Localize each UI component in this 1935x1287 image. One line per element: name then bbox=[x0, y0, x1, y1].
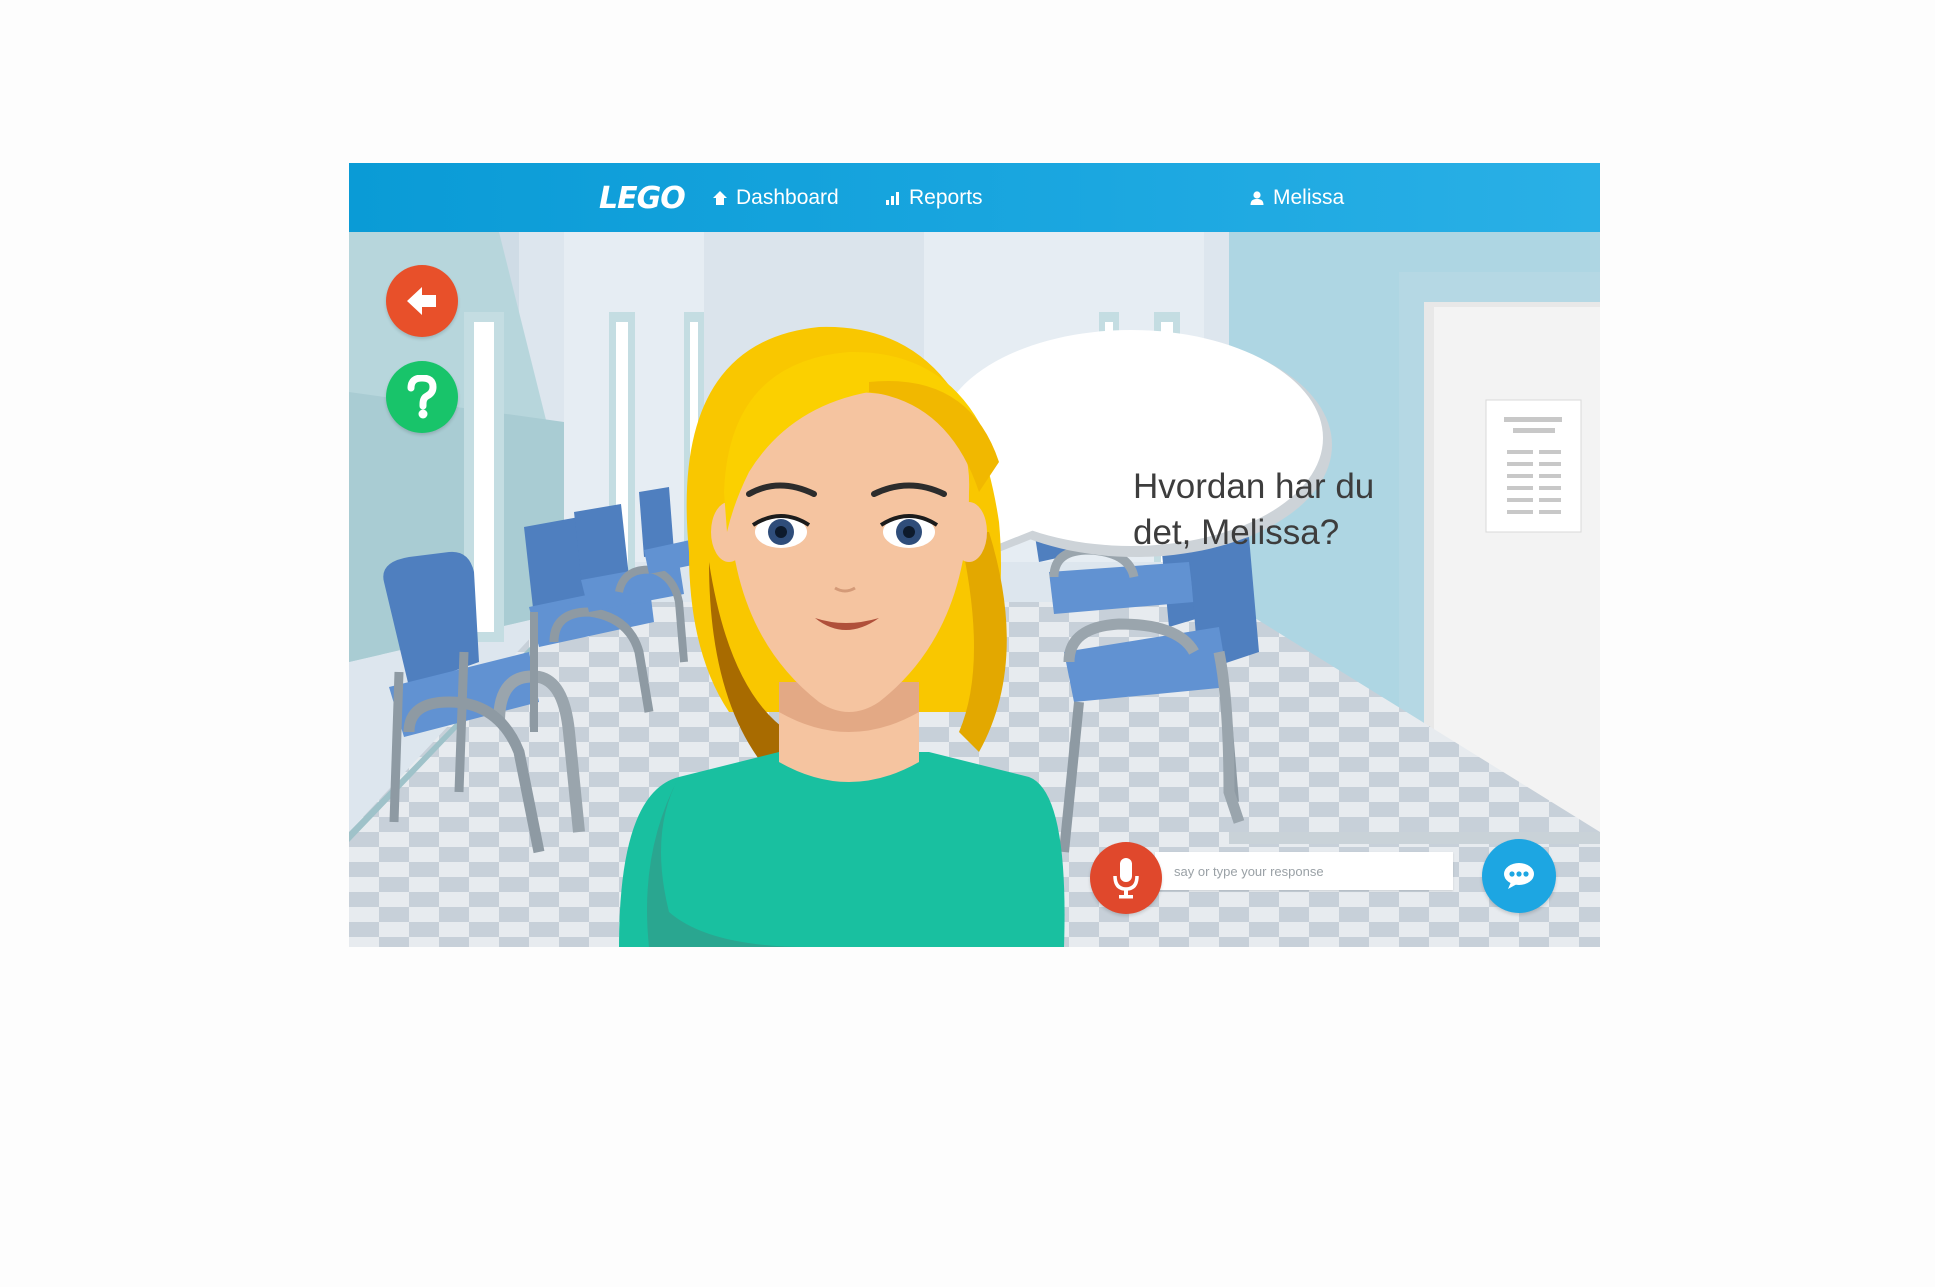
back-button[interactable] bbox=[386, 265, 458, 337]
lego-logo[interactable]: LEGO bbox=[599, 181, 686, 216]
question-mark-icon bbox=[407, 375, 437, 419]
nav-reports-label: Reports bbox=[909, 185, 983, 209]
top-navbar: LEGO Dashboard Reports Melissa bbox=[349, 163, 1600, 232]
bar-chart-icon bbox=[885, 190, 901, 206]
response-input[interactable] bbox=[1155, 852, 1453, 890]
user-icon bbox=[1249, 190, 1265, 206]
microphone-icon bbox=[1110, 856, 1142, 900]
chat-bubble-icon bbox=[1502, 861, 1536, 891]
waiting-room-illustration bbox=[349, 232, 1600, 947]
send-chat-button[interactable] bbox=[1482, 839, 1556, 913]
arrow-left-icon bbox=[405, 285, 439, 317]
nav-reports[interactable]: Reports bbox=[885, 163, 983, 232]
waiting-room-scene: Hvordan har du det, Melissa? bbox=[349, 232, 1600, 947]
user-name: Melissa bbox=[1273, 185, 1345, 209]
help-button[interactable] bbox=[386, 361, 458, 433]
nav-user-profile[interactable]: Melissa bbox=[1249, 163, 1344, 232]
microphone-button[interactable] bbox=[1090, 842, 1162, 914]
app-window: LEGO Dashboard Reports Melissa Hvordan h… bbox=[349, 163, 1600, 947]
nav-dashboard-label: Dashboard bbox=[736, 185, 839, 209]
speech-bubble-text: Hvordan har du det, Melissa? bbox=[1133, 467, 1375, 552]
nav-dashboard[interactable]: Dashboard bbox=[712, 163, 839, 232]
home-icon bbox=[712, 190, 728, 206]
